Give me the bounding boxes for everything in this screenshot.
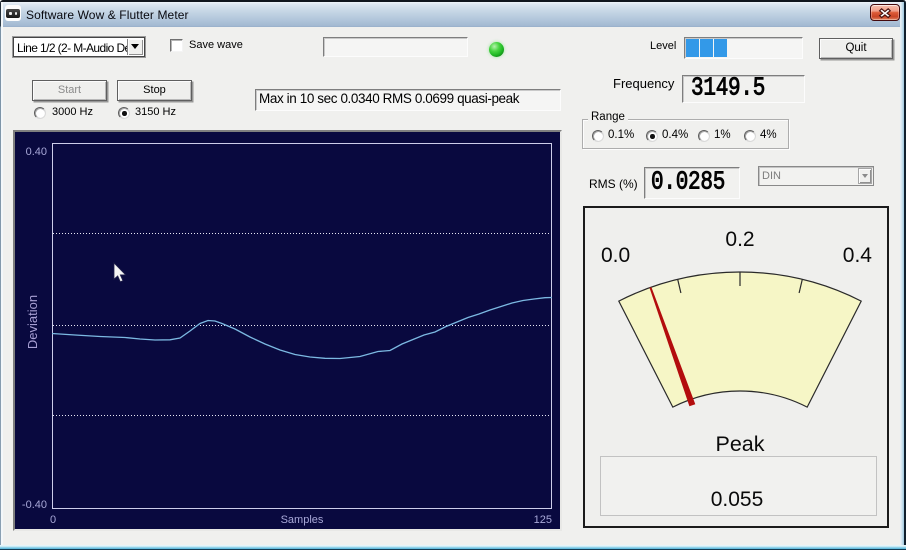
svg-text:Samples: Samples [281,514,324,526]
svg-text:0: 0 [50,514,56,526]
svg-text:0.40: 0.40 [26,146,47,158]
svg-text:Peak: Peak [715,432,764,456]
svg-text:125: 125 [534,514,552,526]
svg-text:0.2: 0.2 [725,228,754,251]
svg-text:0.0: 0.0 [601,244,630,267]
svg-text:Deviation: Deviation [25,295,40,349]
svg-text:0.4: 0.4 [843,244,873,267]
svg-text:-0.40: -0.40 [22,499,47,511]
